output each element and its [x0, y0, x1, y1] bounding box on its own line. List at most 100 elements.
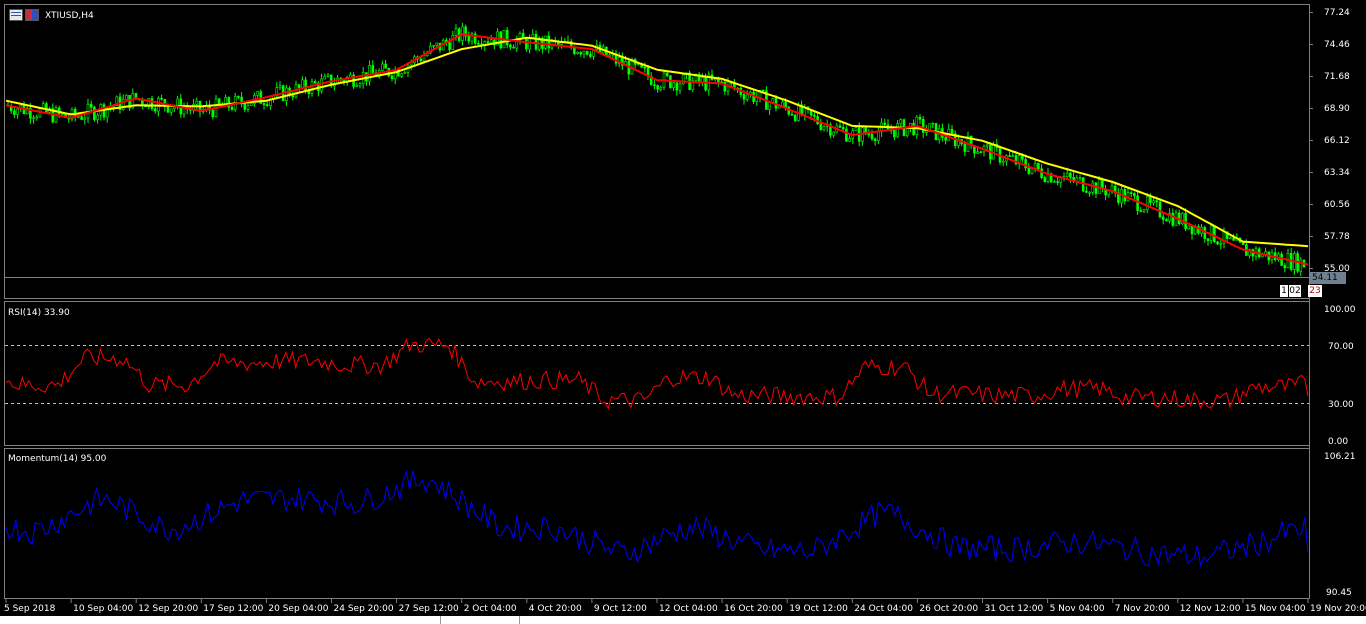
candle-body: [400, 73, 403, 77]
candle-body: [1011, 155, 1015, 157]
candle-body: [297, 84, 301, 88]
candle-body: [432, 45, 435, 47]
candle-body: [678, 83, 682, 91]
tag-right: 23: [1308, 285, 1322, 297]
candle-body: [1149, 196, 1152, 203]
candle-body: [579, 52, 583, 55]
price-tick: 57.78: [1324, 232, 1350, 242]
candle-body: [525, 38, 528, 50]
candle-body: [1085, 190, 1088, 193]
candle-body: [531, 33, 535, 39]
time-label: 9 Oct 12:00: [594, 604, 647, 614]
price-tick: 77.24: [1324, 8, 1350, 18]
candle-body: [950, 128, 954, 134]
candle-body: [1283, 265, 1287, 269]
candle-body: [1040, 168, 1043, 178]
candle-body: [918, 116, 922, 120]
candle-body: [173, 106, 176, 110]
candle-body: [944, 137, 947, 141]
candle-body: [1027, 167, 1031, 174]
candle-body: [931, 123, 935, 125]
candle-body: [985, 144, 989, 147]
candle-body: [1152, 200, 1155, 203]
rsi-tick: 100.00: [1324, 305, 1356, 315]
candle-body: [265, 104, 269, 106]
candle-body: [246, 105, 250, 110]
candle-body: [845, 128, 848, 142]
candle-body: [854, 127, 858, 131]
candle-body: [681, 74, 685, 85]
candle-body: [509, 44, 512, 48]
candle-body: [899, 119, 903, 125]
candle-body: [358, 83, 362, 87]
candle-body: [848, 138, 851, 142]
rsi-tick: 70.00: [1328, 342, 1354, 352]
candle-body: [448, 42, 451, 50]
candle-body: [326, 74, 330, 77]
time-label: 10 Sep 04:00: [73, 604, 133, 614]
candle-body: [422, 55, 426, 62]
candle-body: [1094, 182, 1098, 194]
candle-body: [781, 101, 784, 107]
candle-body: [125, 94, 128, 100]
candle-body: [534, 33, 538, 50]
candle-body: [477, 43, 480, 45]
candle-body: [1155, 200, 1159, 203]
candle-body: [745, 94, 749, 100]
candle-body: [784, 101, 787, 108]
candle-body: [1229, 237, 1232, 240]
candle-body: [921, 119, 925, 133]
candle-body: [813, 114, 816, 117]
momentum-line: [5, 469, 1309, 568]
price-tick: 71.68: [1324, 72, 1350, 82]
price-tick: 68.90: [1324, 104, 1350, 114]
candle-body: [896, 123, 899, 138]
tag-left: 1: [1280, 285, 1288, 297]
price-tick: 63.34: [1324, 168, 1350, 178]
candle-body: [489, 39, 493, 43]
candle-body: [653, 84, 656, 87]
time-label: 26 Oct 20:00: [919, 604, 978, 614]
candle-body: [838, 125, 842, 128]
candle-body: [83, 117, 87, 120]
candle-body: [790, 113, 794, 116]
candle-body: [768, 102, 771, 110]
candle-body: [1001, 160, 1005, 163]
candle-body: [35, 116, 39, 119]
candle-body: [45, 103, 48, 113]
candle-body: [1187, 225, 1191, 230]
candle-body: [1216, 241, 1219, 245]
candle-body: [1213, 225, 1216, 243]
candle-body: [454, 28, 458, 36]
time-label: 5 Nov 04:00: [1050, 604, 1105, 614]
candle-body: [486, 41, 490, 43]
current-price-badge: 54.11: [1310, 272, 1346, 284]
tag-mid: 02: [1289, 285, 1301, 297]
candle-body: [589, 54, 592, 57]
symbol-title: XTIUSD,H4: [45, 11, 94, 21]
candle-body: [371, 65, 375, 73]
candle-body: [384, 63, 387, 69]
time-label: 27 Sep 12:00: [399, 604, 459, 614]
chart-tab[interactable]: [440, 616, 520, 624]
candle-body: [656, 85, 659, 90]
candle-body: [1139, 210, 1143, 212]
candle-body: [547, 35, 551, 49]
candle-body: [1056, 181, 1059, 183]
candle-body: [873, 138, 877, 141]
candle-body: [1037, 162, 1040, 170]
candle-body: [243, 103, 247, 110]
candle-body: [249, 103, 253, 106]
candle-body: [883, 122, 887, 126]
candle-body: [435, 42, 439, 46]
candle-body: [1043, 177, 1047, 183]
chart-area[interactable]: XTIUSD,H4 RSI(14) 33.90 Momentum(14) 95.…: [0, 0, 1366, 624]
time-label: 16 Oct 20:00: [724, 604, 783, 614]
candle-body: [211, 109, 215, 118]
candle-body: [278, 85, 282, 88]
candle-body: [32, 117, 35, 119]
candle-body: [1190, 225, 1194, 235]
candle-body: [320, 78, 323, 92]
candle-body: [659, 86, 663, 90]
candle-body: [544, 35, 547, 49]
